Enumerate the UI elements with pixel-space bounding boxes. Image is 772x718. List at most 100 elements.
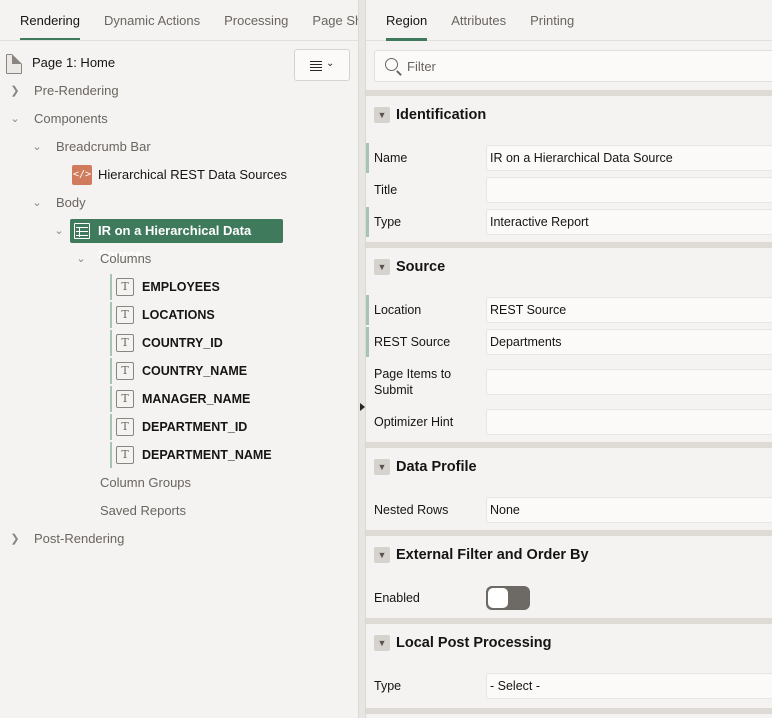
enabled-toggle[interactable]: [486, 586, 530, 610]
column-label: DEPARTMENT_ID: [142, 420, 248, 434]
column-label: EMPLOYEES: [142, 280, 220, 294]
chevron-down-icon[interactable]: ▼: [374, 547, 390, 563]
tab-printing[interactable]: Printing: [530, 0, 574, 41]
chevron-down-icon[interactable]: ▼: [374, 635, 390, 651]
section-data-profile-header[interactable]: ▼ Data Profile: [366, 455, 772, 481]
text-column-icon: T: [116, 362, 134, 380]
section-title: Identification: [396, 107, 487, 123]
tree-node-saved-reports[interactable]: Saved Reports: [0, 497, 200, 525]
tree-menu-button[interactable]: ⌄: [294, 49, 350, 81]
tree-node-column[interactable]: T DEPARTMENT_ID: [0, 413, 290, 441]
tree-node-column[interactable]: T EMPLOYEES: [0, 273, 290, 301]
section-external-filter-header[interactable]: ▼ External Filter and Order By: [366, 543, 772, 569]
section-title: Source: [396, 259, 446, 275]
location-label: Location: [374, 303, 422, 317]
tree-node-label: Column Groups: [100, 475, 192, 490]
tree-node-breadcrumb-region[interactable]: </> Hierarchical REST Data Sources: [0, 161, 290, 189]
collapse-arrow-icon[interactable]: [360, 403, 365, 411]
page-items-field[interactable]: [486, 369, 772, 395]
optimizer-hint-label: Optimizer Hint: [374, 415, 454, 429]
tree-node-column[interactable]: T DEPARTMENT_NAME: [0, 441, 290, 469]
column-label: LOCATIONS: [142, 308, 215, 322]
column-label: MANAGER_NAME: [142, 392, 251, 406]
panel-splitter[interactable]: [358, 0, 366, 718]
tree-node-selected-toggle[interactable]: ⌄: [0, 217, 63, 245]
section-title: External Filter and Order By: [396, 547, 589, 563]
tree-node-column[interactable]: T COUNTRY_NAME: [0, 357, 290, 385]
right-tabs: Region Attributes Printing: [366, 0, 772, 41]
section-identification-header[interactable]: ▼ Identification: [366, 103, 772, 129]
name-label: Name: [374, 151, 408, 165]
column-label: COUNTRY_ID: [142, 336, 223, 350]
property-editor: Region Attributes Printing ▼ Identificat…: [366, 0, 772, 718]
tree-node-pre-rendering[interactable]: ❯ Pre-Rendering: [0, 77, 200, 105]
chevron-down-icon[interactable]: ▼: [374, 259, 390, 275]
tab-processing[interactable]: Processing: [224, 0, 288, 40]
required-indicator: [366, 295, 369, 325]
section-source-header[interactable]: ▼ Source: [366, 255, 772, 281]
post-processing-type-select[interactable]: - Select -: [486, 673, 772, 699]
enabled-label: Enabled: [374, 591, 420, 605]
name-field[interactable]: IR on a Hierarchical Data Source: [486, 145, 772, 171]
chevron-down-icon[interactable]: ▼: [374, 107, 390, 123]
optimizer-hint-field[interactable]: [486, 409, 772, 435]
interactive-report-icon: [74, 223, 90, 239]
tree-node-column-groups[interactable]: Column Groups: [0, 469, 200, 497]
tree-node-body[interactable]: ⌄ Body: [0, 189, 200, 217]
tab-rendering[interactable]: Rendering: [20, 0, 80, 40]
tree-node-components[interactable]: ⌄ Components: [0, 105, 200, 133]
text-column-icon: T: [116, 390, 134, 408]
tab-dynamic-actions[interactable]: Dynamic Actions: [104, 0, 200, 40]
tab-page-shared[interactable]: Page Share: [312, 0, 358, 40]
tree-node-breadcrumb-bar[interactable]: ⌄ Breadcrumb Bar: [0, 133, 200, 161]
rendering-panel: Rendering Dynamic Actions Processing Pag…: [0, 0, 358, 718]
column-indicator: [110, 302, 112, 328]
column-indicator: [110, 358, 112, 384]
breadcrumb-region-icon: </>: [72, 165, 92, 185]
text-column-icon: T: [116, 278, 134, 296]
tree-node-post-rendering[interactable]: ❯ Post-Rendering: [0, 525, 200, 553]
nested-rows-select[interactable]: None: [486, 497, 772, 523]
chevron-down-icon: ⌄: [326, 58, 335, 69]
tree-node-page[interactable]: Page 1: Home: [0, 49, 290, 77]
location-select[interactable]: REST Source: [486, 297, 772, 323]
section-title: Local Post Processing: [396, 635, 552, 651]
nested-rows-label: Nested Rows: [374, 503, 449, 517]
section-separator: [366, 708, 772, 714]
chevron-down-icon: ⌄: [54, 225, 64, 237]
menu-lines-icon: [310, 61, 322, 62]
column-label: DEPARTMENT_NAME: [142, 448, 272, 462]
filter-input[interactable]: [407, 51, 767, 81]
section-separator: [366, 618, 772, 624]
tree-node-label: Saved Reports: [100, 503, 186, 518]
column-indicator: [110, 442, 112, 468]
title-field[interactable]: [486, 177, 772, 203]
chevron-down-icon: ⌄: [32, 141, 42, 153]
section-title: Data Profile: [396, 459, 477, 475]
tree-node-column[interactable]: T COUNTRY_ID: [0, 329, 290, 357]
tree-node-column[interactable]: T MANAGER_NAME: [0, 385, 290, 413]
chevron-down-icon[interactable]: ▼: [374, 459, 390, 475]
tree-node-label: Breadcrumb Bar: [56, 139, 151, 154]
section-separator: [366, 242, 772, 248]
required-indicator: [366, 143, 369, 173]
post-processing-type-label: Type: [374, 679, 402, 693]
tree-node-label: Columns: [100, 251, 152, 266]
rest-source-label: REST Source: [374, 335, 451, 349]
type-select[interactable]: Interactive Report: [486, 209, 772, 235]
section-local-post-processing-header[interactable]: ▼ Local Post Processing: [366, 631, 772, 657]
type-label: Type: [374, 215, 402, 229]
tree-node-selected-region[interactable]: IR on a Hierarchical Data Source: [70, 219, 283, 262]
tab-region[interactable]: Region: [386, 0, 428, 41]
page-items-label-line2: Submit: [374, 383, 413, 397]
column-label: COUNTRY_NAME: [142, 364, 248, 378]
chevron-right-icon: ❯: [10, 533, 20, 545]
chevron-down-icon: ⌄: [32, 197, 42, 209]
chevron-right-icon: ❯: [10, 85, 20, 97]
tree-node-column[interactable]: T LOCATIONS: [0, 301, 290, 329]
tree-node-label: Body: [56, 195, 86, 210]
text-column-icon: T: [116, 446, 134, 464]
tab-attributes[interactable]: Attributes: [451, 0, 506, 41]
tree-node-columns[interactable]: ⌄ Columns: [0, 245, 200, 273]
rest-source-select[interactable]: Departments: [486, 329, 772, 355]
